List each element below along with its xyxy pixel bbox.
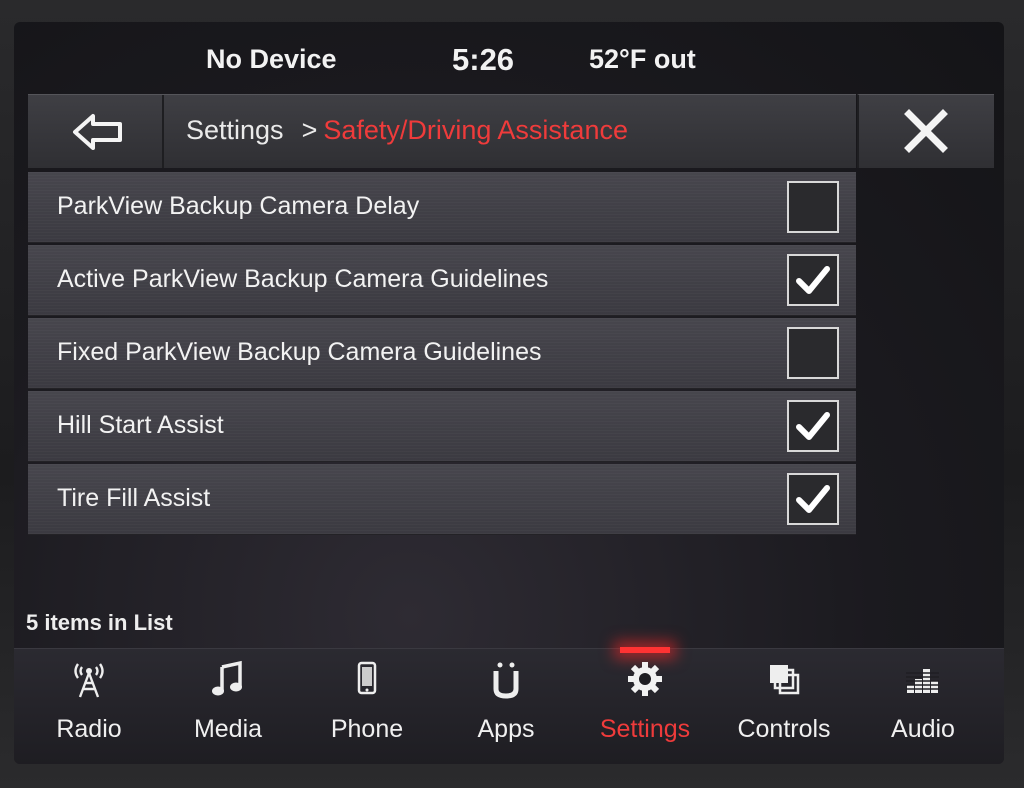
nav-label: Media [193,715,263,743]
checkbox[interactable] [787,473,839,525]
breadcrumb-separator: > [301,115,318,145]
nav-label: Radio [56,715,122,743]
list-item[interactable]: Active ParkView Backup Camera Guidelines [28,245,856,316]
checkmark-icon [796,266,830,294]
nav-label: Phone [330,715,404,743]
checkbox[interactable] [787,254,839,306]
list-item[interactable]: Hill Start Assist [28,391,856,462]
outside-temperature: 52°F out [589,44,696,74]
touchscreen: No Device 5:26 52°F out Settings > Safety/… [14,22,1004,764]
page-title: Safety/Driving Assistance [323,115,628,145]
radio-tower-icon [69,659,109,699]
nav-controls[interactable]: Controls [717,649,851,764]
nav-settings[interactable]: Settings [578,647,712,764]
nav-label: Settings [599,715,691,743]
nav-apps[interactable]: Apps [439,649,573,764]
checkmark-icon [796,485,830,513]
bottom-nav-bar: Radio Media Phone Apps Settings Controls Audio [14,647,1004,764]
page-header: Settings > Safety/Driving Assistance [28,94,856,168]
list-item-label: Active ParkView Backup Camera Guidelines [57,265,549,293]
nav-audio[interactable]: Audio [856,649,990,764]
settings-list: ParkView Backup Camera Delay Active ParkV… [28,172,856,537]
checkmark-icon [796,412,830,440]
phone-icon [347,659,387,699]
list-item-label: Fixed ParkView Backup Camera Guidelines [57,338,542,366]
clock: 5:26 [452,42,515,77]
music-note-icon [208,659,248,699]
breadcrumb-root[interactable]: Settings [186,115,284,145]
close-icon [904,109,948,153]
nav-phone[interactable]: Phone [300,649,434,764]
status-bar: No Device 5:26 52°F out [14,42,1004,84]
checkbox[interactable] [787,327,839,379]
list-item[interactable]: Fixed ParkView Backup Camera Guidelines [28,318,856,389]
checkbox[interactable] [787,181,839,233]
list-count: 5 items in List [26,610,173,635]
nav-label: Audio [891,715,955,743]
gear-icon [625,659,665,699]
nav-label: Controls [737,715,831,743]
list-item-label: ParkView Backup Camera Delay [57,192,420,220]
nav-media[interactable]: Media [161,649,295,764]
list-item-label: Tire Fill Assist [57,484,211,512]
nav-radio[interactable]: Radio [22,649,156,764]
back-button[interactable] [28,95,164,168]
back-arrow-icon [73,114,122,150]
device-status: No Device [206,44,337,74]
close-button[interactable] [857,94,994,168]
list-item[interactable]: Tire Fill Assist [28,464,856,535]
equalizer-icon [903,659,943,699]
list-item-label: Hill Start Assist [57,411,224,439]
breadcrumb: Settings > Safety/Driving Assistance [186,115,628,146]
list-item[interactable]: ParkView Backup Camera Delay [28,172,856,243]
nav-label: Apps [477,715,535,743]
checkbox[interactable] [787,400,839,452]
controls-icon [764,659,804,699]
apps-icon [486,659,526,699]
